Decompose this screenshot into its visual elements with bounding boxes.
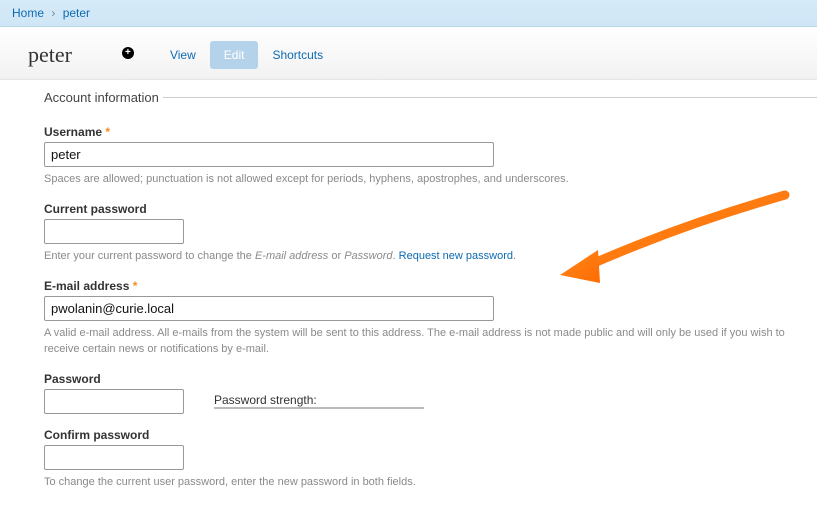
breadcrumb: Home › peter [0, 0, 817, 27]
cpw-desc-end: . [513, 250, 516, 262]
email-item: E-mail address * A valid e-mail address.… [44, 279, 817, 358]
password-input[interactable] [44, 389, 184, 414]
page-header: peter + View Edit Shortcuts [0, 27, 817, 80]
breadcrumb-home-link[interactable]: Home [12, 6, 44, 20]
password-item: Password Password strength: [44, 372, 817, 414]
tab-view[interactable]: View [156, 41, 210, 69]
tab-shortcuts[interactable]: Shortcuts [258, 41, 337, 69]
email-label-text: E-mail address [44, 279, 129, 293]
confirm-password-label: Confirm password [44, 428, 817, 442]
confirm-password-description: To change the current user password, ent… [44, 475, 817, 491]
current-password-item: Current password Enter your current pass… [44, 202, 817, 265]
password-strength-label: Password strength: [214, 393, 317, 407]
fieldset-legend: Account information [24, 90, 163, 105]
tab-edit[interactable]: Edit [210, 41, 259, 69]
breadcrumb-separator: › [51, 6, 55, 20]
account-info-fieldset: Account information Username * Spaces ar… [24, 90, 817, 505]
current-password-label: Current password [44, 202, 817, 216]
password-strength-bar [214, 407, 424, 409]
current-password-input[interactable] [44, 219, 184, 244]
username-label: Username * [44, 125, 817, 139]
confirm-password-item: Confirm password To change the current u… [44, 428, 817, 491]
breadcrumb-current-link[interactable]: peter [63, 6, 90, 20]
cpw-desc-prefix: Enter your current password to change th… [44, 250, 255, 262]
username-label-text: Username [44, 125, 102, 139]
required-mark: * [105, 125, 110, 139]
content-area: Account information Username * Spaces ar… [0, 80, 817, 505]
cpw-desc-em1: E-mail address [255, 250, 328, 262]
cpw-desc-em2: Password [344, 250, 392, 262]
required-mark-2: * [133, 279, 138, 293]
plus-icon[interactable]: + [122, 47, 134, 59]
username-item: Username * Spaces are allowed; punctuati… [44, 125, 817, 188]
password-strength: Password strength: [214, 393, 424, 409]
password-label: Password [44, 372, 817, 386]
cpw-desc-or: or [328, 250, 344, 262]
page-title: peter [28, 42, 72, 68]
confirm-password-input[interactable] [44, 445, 184, 470]
email-label: E-mail address * [44, 279, 817, 293]
request-new-password-link[interactable]: Request new password [399, 250, 513, 262]
email-description: A valid e-mail address. All e-mails from… [44, 326, 817, 358]
username-input[interactable] [44, 142, 494, 167]
email-input[interactable] [44, 296, 494, 321]
tabs: View Edit Shortcuts [156, 41, 337, 69]
current-password-description: Enter your current password to change th… [44, 249, 817, 265]
username-description: Spaces are allowed; punctuation is not a… [44, 172, 817, 188]
